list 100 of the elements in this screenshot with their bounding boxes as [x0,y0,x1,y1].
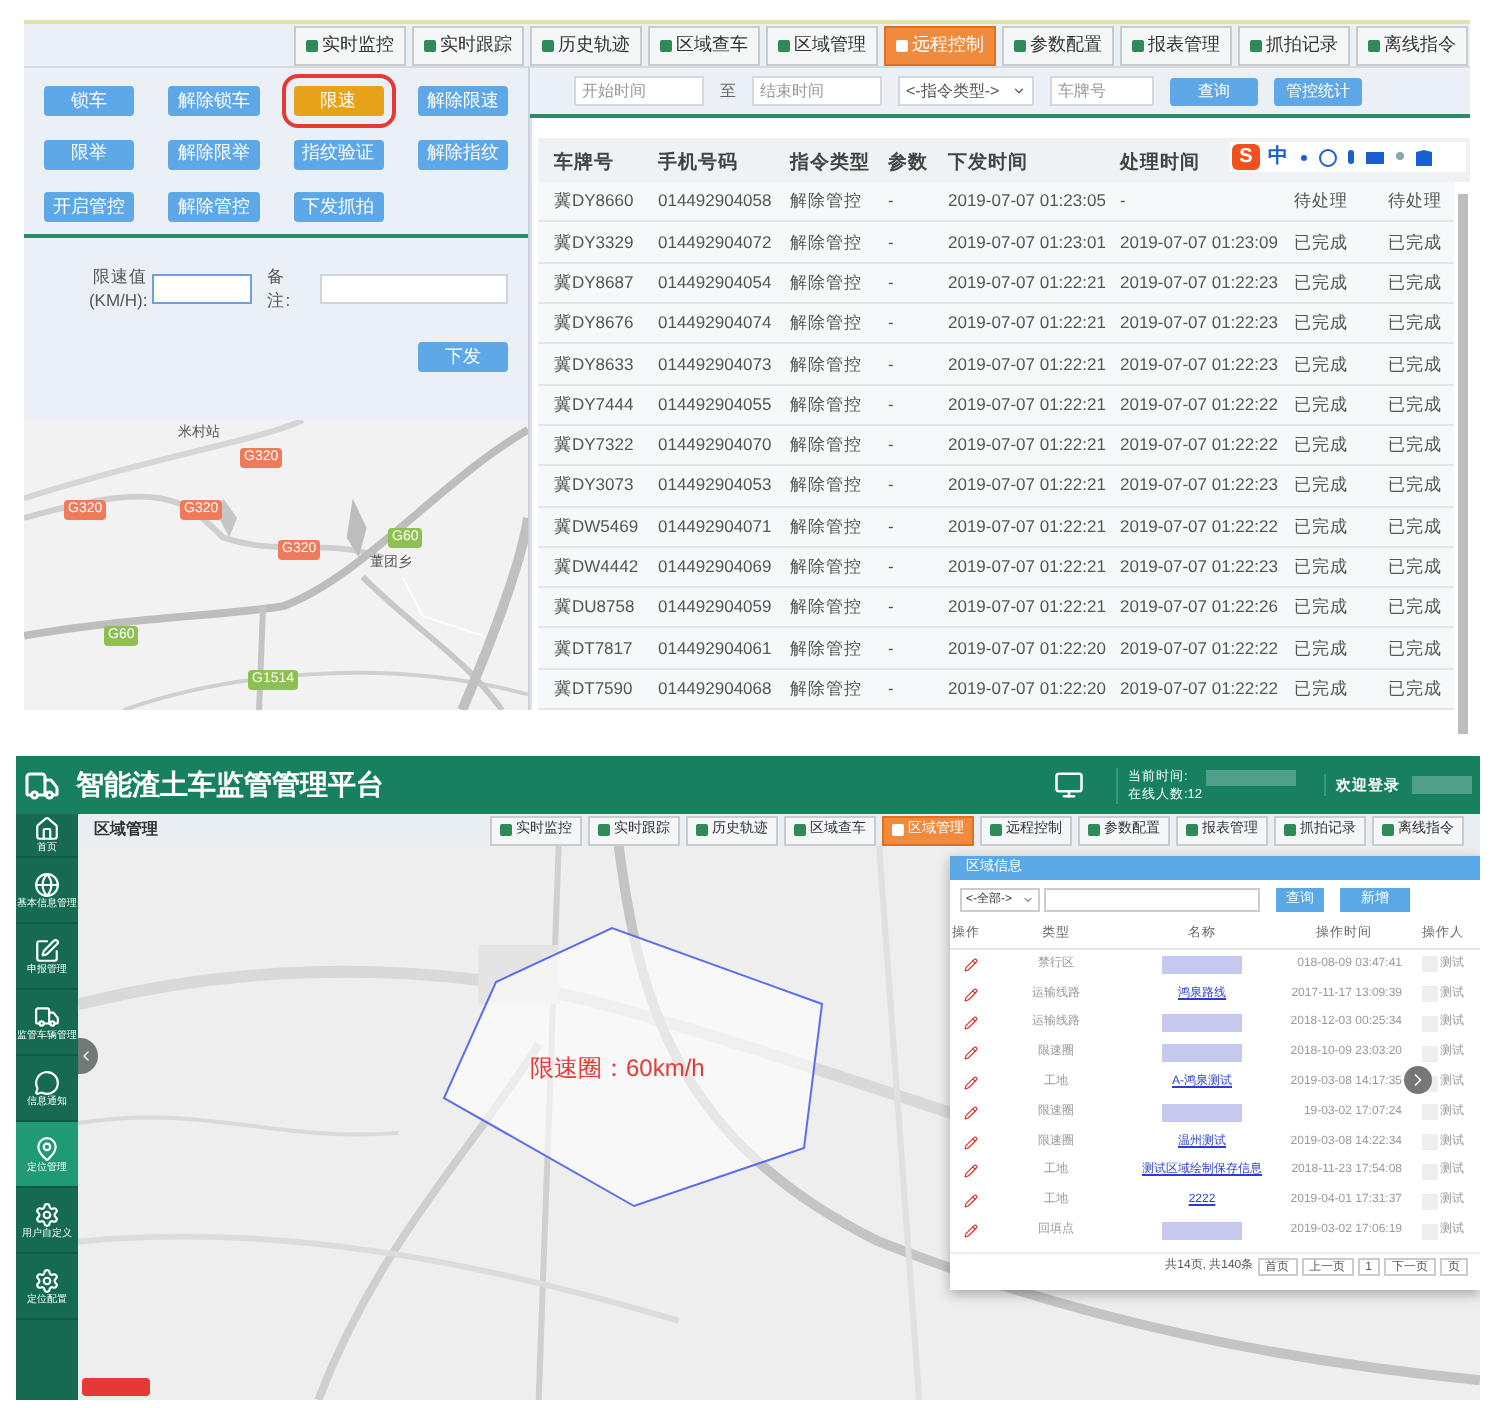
table-cell-text: 已完成 [1292,229,1350,255]
column-header: 手机号码 [658,152,738,175]
truck-icon [24,767,60,803]
tab-icon [500,824,512,836]
table-cell-text: 014492904071 [656,513,774,540]
table-cell-text: 014492904069 [656,554,774,580]
table-cell-text: 014492904059 [656,594,774,621]
nav-tab[interactable]: 参数配置 [1002,25,1114,65]
table-cell-text: 解除管控 [788,270,864,296]
caret-icon [1022,894,1034,906]
table-cell-text: 已完成 [1386,351,1444,377]
edit-icon[interactable] [963,1224,977,1239]
table-cell-text: 2019-07-07 01:22:21 [946,594,1104,621]
table-cell-text: 2019-07-07 01:22:21 [946,472,1104,499]
nav-tab[interactable]: 报表管理 [1120,25,1232,65]
table-cell-text: 冀DU8758 [552,594,637,621]
table-cell-text: 2019-07-07 01:22:21 [946,432,1104,458]
table-cell-text: 冀DY8633 [552,351,636,377]
table-cell-text: - [886,594,896,621]
column-header: 指令类型 [790,152,870,175]
plate-field[interactable]: 车牌号 [1050,76,1154,107]
table-cell-text: 2019-07-07 01:23:01 [946,229,1104,255]
blurred-name [1162,1014,1242,1033]
tab-icon [1368,39,1380,51]
zone-label: 限速圈：60km/h [530,1052,705,1086]
edit-icon[interactable] [963,957,977,972]
ime-logo: S [1232,144,1260,171]
table-cell-text: 已完成 [1386,594,1444,621]
table-cell-text: 解除管控 [788,188,864,215]
edit-icon[interactable] [963,1076,977,1091]
table-cell-text: - [886,675,896,702]
nav-tab[interactable]: 区域管理 [766,25,878,65]
table-cell-text: 冀DT7817 [552,635,635,661]
tab-icon [990,824,1002,836]
nav-tab[interactable]: 实时跟踪 [412,25,524,65]
table-cell-text: 冀DY3329 [552,229,636,255]
tab-icon [778,39,790,51]
edit-icon[interactable] [963,987,977,1002]
nav-tab[interactable]: 历史轨迹 [530,25,642,65]
edit-icon[interactable] [963,1164,977,1179]
table-cell-text: 014492904058 [656,188,774,215]
table-cell-text: - [886,351,896,377]
nav-tab[interactable]: 区域查车 [648,25,760,65]
speed-input[interactable] [151,273,252,304]
edit-icon[interactable] [963,1016,977,1031]
table-cell-text: 解除管控 [788,351,864,377]
nav-tab[interactable]: 离线指令 [1356,25,1468,65]
remark-input[interactable] [320,273,508,304]
table-cell-text: 2019-07-07 01:22:22 [1118,432,1278,458]
table-cell-text: 已完成 [1292,391,1350,418]
to-label: 至 [720,79,736,104]
table-cell-text: 待处理 [1386,188,1444,215]
table-cell-text: 已完成 [1292,432,1350,458]
table-cell-text: 解除管控 [788,594,864,621]
table-cell-text: 已完成 [1386,472,1444,499]
table-cell-text: 已完成 [1386,554,1444,580]
table-cell-text: - [886,310,896,337]
search-field[interactable] [1044,888,1260,912]
table-cell-text: 014492904073 [656,351,774,377]
table-cell-text: 2019-07-07 01:22:22 [1118,513,1278,540]
tab-icon [1132,39,1144,51]
sidebar-icon [34,1135,60,1161]
blurred-name [1162,955,1242,974]
edit-icon[interactable] [963,1135,977,1150]
table-cell-text: 已完成 [1386,270,1444,296]
table-cell-text: 2019-07-07 01:23:09 [1118,229,1278,255]
edit-icon[interactable] [963,1105,977,1120]
tab-icon [598,824,610,836]
tab-icon [306,39,318,51]
ime-mode: 中 [1268,143,1288,173]
table-cell-text: 冀DW5469 [552,513,641,540]
sidebar-icon [34,871,60,897]
table-cell-text: 已完成 [1292,635,1350,661]
table-cell-text: 2019-07-07 01:22:20 [946,635,1104,661]
table-cell-text: 已完成 [1292,675,1350,702]
table-cell-text: 已完成 [1386,391,1444,418]
table-cell-text: 解除管控 [788,513,864,540]
column-header: 参数 [888,152,928,175]
table-cell-text: 2019-07-07 01:22:21 [946,391,1104,418]
table-cell-text: 冀DT7590 [552,675,635,702]
edit-icon[interactable] [963,1194,977,1209]
tab-icon [696,824,708,836]
start-time-field[interactable]: 开始时间 [574,76,704,107]
edit-icon[interactable] [963,1046,977,1061]
section-title: 区域管理 [94,818,158,842]
nav-tab[interactable]: 实时监控 [294,25,406,65]
table-cell-text: 已完成 [1292,513,1350,540]
table-cell-text: 2019-07-07 01:22:23 [1118,270,1278,296]
table-cell-text: 014492904072 [656,229,774,255]
table-cell-text: 014492904070 [656,432,774,458]
remark-label: 备注: [267,263,293,315]
table-cell-text: 2019-07-07 01:22:23 [1118,472,1278,499]
table-cell-text: - [886,635,896,661]
column-header: 处理时间 [1120,152,1200,175]
type-select[interactable]: <-指令类型-> [898,76,1034,107]
nav-tab[interactable]: 抓拍记录 [1238,25,1350,65]
table-cell-text: 解除管控 [788,675,864,702]
table-cell-text: - [886,270,896,296]
table-cell-text: 已完成 [1292,310,1350,337]
end-time-field[interactable]: 结束时间 [752,76,882,107]
